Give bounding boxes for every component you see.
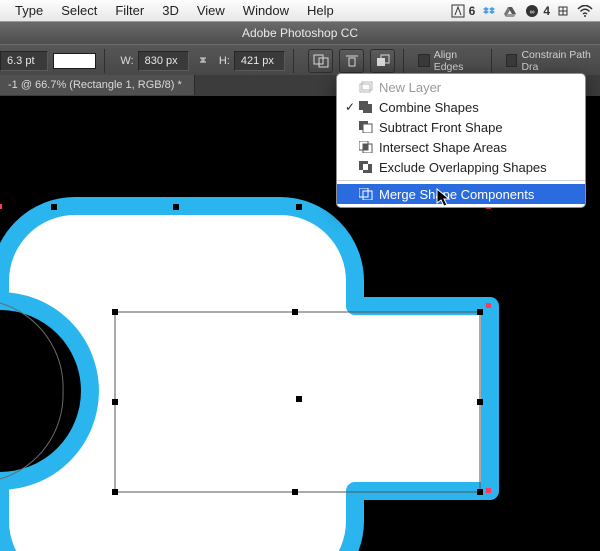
- menu-intersect[interactable]: Intersect Shape Areas: [337, 137, 585, 157]
- wifi-icon[interactable]: [576, 2, 594, 20]
- path-handle[interactable]: [477, 399, 483, 405]
- path-align-button[interactable]: [339, 49, 364, 73]
- menu-new-layer: New Layer: [337, 77, 585, 97]
- menu-view[interactable]: View: [188, 0, 234, 22]
- dropbox-icon[interactable]: [479, 2, 497, 20]
- path-handle[interactable]: [292, 309, 298, 315]
- path-handle[interactable]: [477, 489, 483, 495]
- align-edges-label: Align Edges: [434, 49, 483, 73]
- separator: [293, 49, 294, 73]
- bbox-handle[interactable]: [486, 488, 491, 493]
- height-label: H:: [219, 55, 230, 67]
- menu-item-label: New Layer: [379, 80, 441, 95]
- svg-text:∞: ∞: [530, 9, 535, 16]
- gdrive-icon[interactable]: [501, 2, 519, 20]
- menu-separator: [337, 180, 585, 181]
- menu-exclude[interactable]: Exclude Overlapping Shapes: [337, 157, 585, 177]
- app-title-bar: Adobe Photoshop CC: [0, 22, 600, 45]
- new-layer-icon: [357, 80, 375, 94]
- document-tab[interactable]: -1 @ 66.7% (Rectangle 1, RGB/8) *: [0, 75, 195, 95]
- menu-type[interactable]: Type: [6, 0, 52, 22]
- path-handle[interactable]: [173, 204, 179, 210]
- menu-item-label: Intersect Shape Areas: [379, 140, 507, 155]
- path-handle[interactable]: [296, 396, 302, 402]
- bbox-handle[interactable]: [486, 303, 491, 308]
- combine-icon: [357, 100, 375, 114]
- path-operations-button[interactable]: [308, 49, 333, 73]
- check-mark-icon: ✓: [343, 100, 357, 114]
- path-handle[interactable]: [112, 399, 118, 405]
- constrain-checkbox[interactable]: Constrain Path Dra: [506, 49, 600, 73]
- menu-item-label: Exclude Overlapping Shapes: [379, 160, 547, 175]
- path-operations-menu: New Layer ✓ Combine Shapes Subtract Fron…: [336, 73, 586, 208]
- path-arrange-button[interactable]: [370, 49, 395, 73]
- width-label: W:: [120, 55, 133, 67]
- subtract-icon: [357, 120, 375, 134]
- menu-item-label: Combine Shapes: [379, 100, 479, 115]
- app-title: Adobe Photoshop CC: [242, 26, 358, 40]
- path-handle[interactable]: [296, 204, 302, 210]
- path-handle[interactable]: [51, 204, 57, 210]
- cursor-icon: [436, 188, 452, 208]
- path-handle[interactable]: [51, 396, 57, 402]
- menu-3d[interactable]: 3D: [153, 0, 188, 22]
- separator: [491, 49, 492, 73]
- stroke-weight-field[interactable]: 6.3 pt: [0, 51, 48, 71]
- cc-notif-count: 4: [543, 4, 550, 18]
- mac-menu-tray: 6 ∞ 4: [445, 2, 600, 20]
- cc-icon[interactable]: ∞: [523, 2, 541, 20]
- checkbox-box-icon: [506, 54, 518, 67]
- menu-window[interactable]: Window: [234, 0, 298, 22]
- menubar-app-icon[interactable]: [554, 2, 572, 20]
- menu-combine-shapes[interactable]: ✓ Combine Shapes: [337, 97, 585, 117]
- menu-merge-components[interactable]: Merge Shape Components: [337, 184, 585, 204]
- checkbox-box-icon: [418, 54, 430, 67]
- path-handle[interactable]: [112, 309, 118, 315]
- width-field[interactable]: 830 px: [138, 51, 189, 71]
- constrain-label: Constrain Path Dra: [521, 49, 600, 73]
- link-wh-icon[interactable]: [195, 50, 211, 72]
- path-handle[interactable]: [477, 309, 483, 315]
- adobe-icon[interactable]: [449, 2, 467, 20]
- merge-icon: [357, 187, 375, 201]
- adobe-notif-count: 6: [469, 4, 476, 18]
- separator: [104, 49, 105, 73]
- path-handle[interactable]: [112, 489, 118, 495]
- align-edges-checkbox[interactable]: Align Edges: [418, 49, 483, 73]
- stroke-style-swatch[interactable]: [53, 53, 96, 69]
- intersect-icon: [357, 140, 375, 154]
- menu-filter[interactable]: Filter: [106, 0, 153, 22]
- menu-subtract-front[interactable]: Subtract Front Shape: [337, 117, 585, 137]
- shape-path[interactable]: [0, 206, 490, 551]
- menu-help[interactable]: Help: [298, 0, 343, 22]
- menu-item-label: Merge Shape Components: [379, 187, 534, 202]
- mac-menu-bar: Type Select Filter 3D View Window Help 6…: [0, 0, 600, 22]
- exclude-icon: [357, 160, 375, 174]
- height-field[interactable]: 421 px: [234, 51, 285, 71]
- menu-item-label: Subtract Front Shape: [379, 120, 503, 135]
- separator: [403, 49, 404, 73]
- menu-select[interactable]: Select: [52, 0, 106, 22]
- path-handle[interactable]: [292, 489, 298, 495]
- bbox-handle[interactable]: [0, 204, 2, 209]
